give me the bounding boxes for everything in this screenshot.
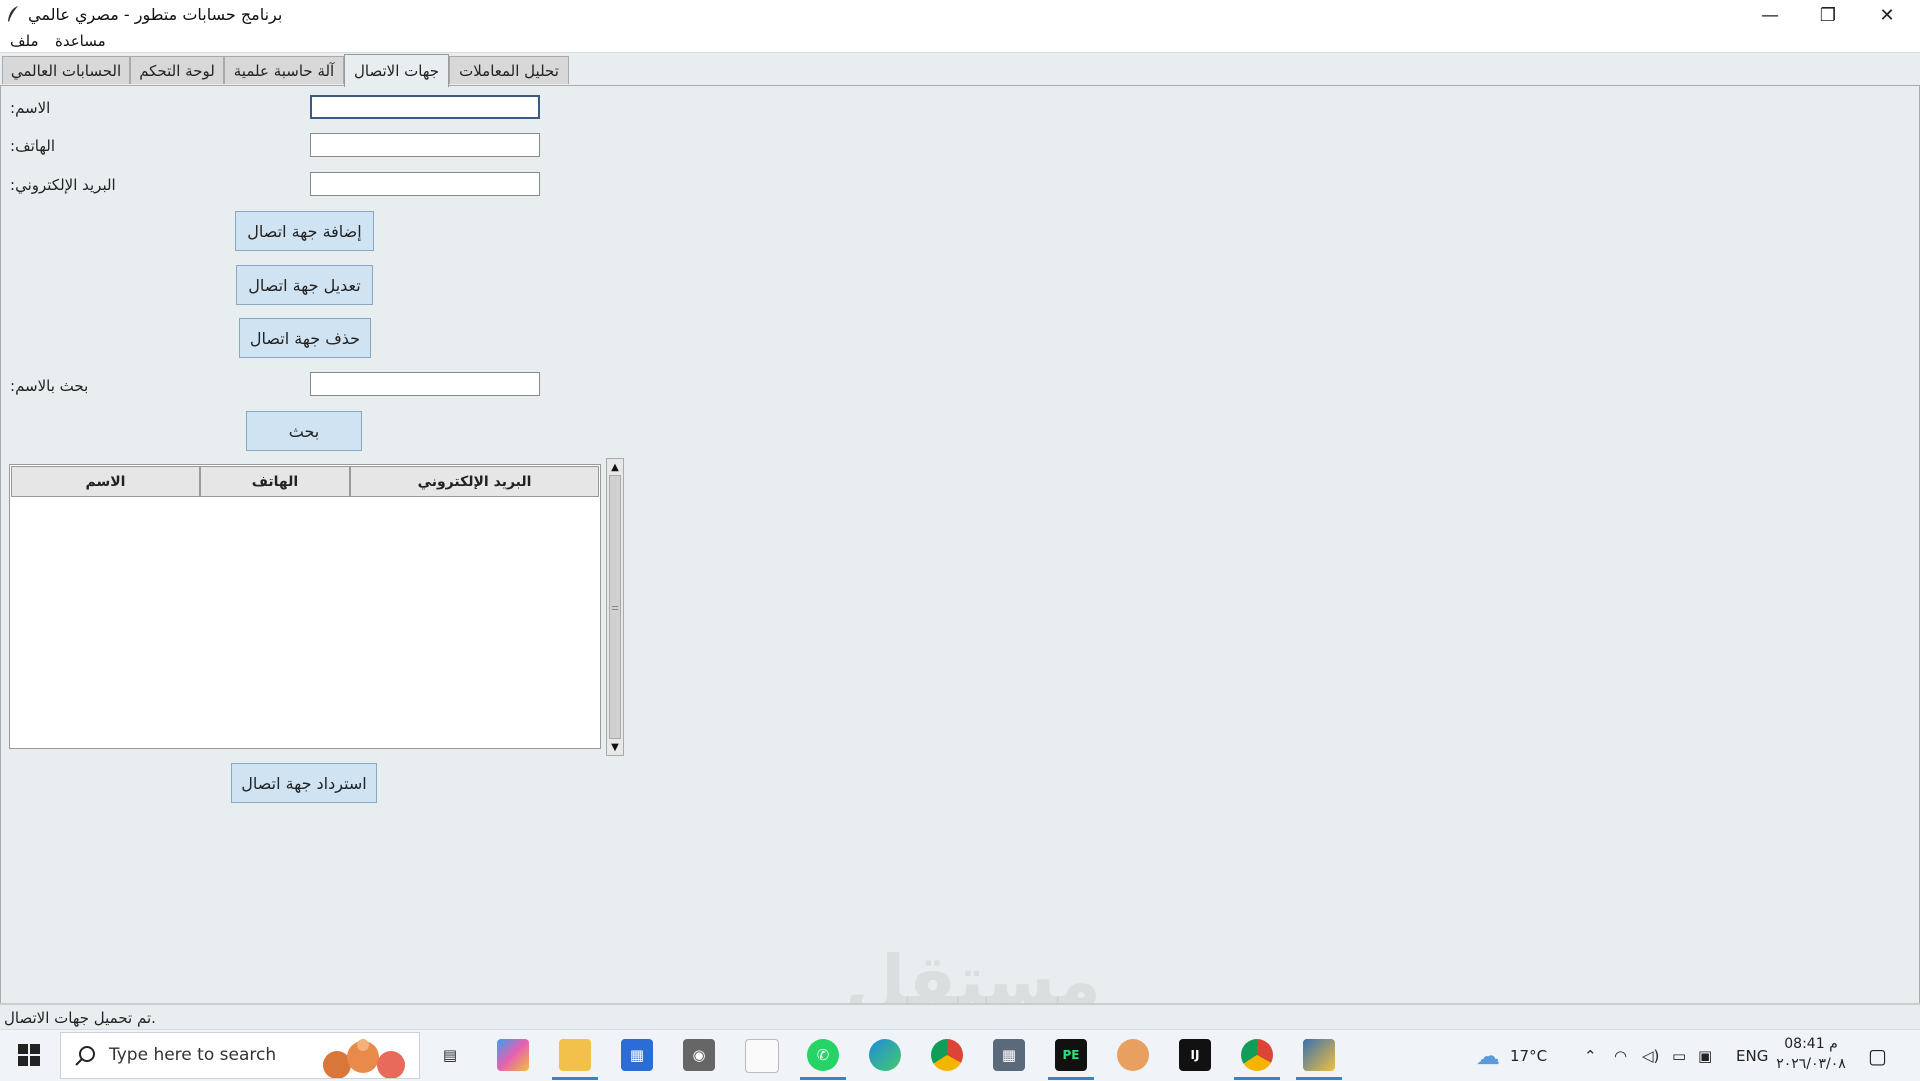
search-placeholder: Type here to search — [109, 1045, 277, 1065]
search-input[interactable] — [310, 372, 540, 396]
window-title: برنامج حسابات متطور - مصري عالمي — [28, 5, 283, 24]
search-button[interactable]: بحث — [246, 411, 362, 451]
tab-transaction-analysis[interactable]: تحليل المعاملات — [449, 56, 569, 84]
search-label: :بحث بالاسم — [10, 377, 89, 395]
pycharm-icon[interactable]: PE — [1055, 1039, 1087, 1071]
chrome-icon[interactable] — [931, 1039, 963, 1071]
volume-icon[interactable]: ◁) — [1642, 1030, 1659, 1081]
edit-contact-button[interactable]: تعديل جهة اتصال — [236, 265, 373, 305]
taskbar: Type here to search ▤ ▦ ◉ ✆ ▦ PE IJ ☁ 17… — [0, 1029, 1920, 1081]
tray-chevron-icon[interactable]: ⌃ — [1584, 1030, 1597, 1081]
menu-help[interactable]: مساعدة — [55, 32, 106, 50]
clock[interactable]: 08:41 م ٢٠٢٦/٠٣/٠٨ — [1776, 1034, 1846, 1074]
title-bar: برنامج حسابات متطور - مصري عالمي — ❐ ✕ — [0, 0, 1920, 30]
python-icon[interactable] — [1303, 1039, 1335, 1071]
menu-file[interactable]: ملف — [10, 32, 39, 50]
file-explorer-icon[interactable] — [559, 1039, 591, 1071]
feather-icon — [8, 6, 18, 22]
camera-icon[interactable]: ◉ — [683, 1039, 715, 1071]
microsoft-store-icon[interactable]: ▦ — [621, 1039, 653, 1071]
weather-cloud-icon: ☁ — [1476, 1041, 1500, 1070]
notepad-icon[interactable] — [745, 1039, 779, 1073]
email-input[interactable] — [310, 172, 540, 196]
tab-contacts[interactable]: جهات الاتصال — [344, 54, 449, 87]
delete-contact-button[interactable]: حذف جهة اتصال — [239, 318, 371, 358]
notifications-icon[interactable]: ▢ — [1868, 1030, 1887, 1081]
weather-widget[interactable]: ☁ 17°C — [1476, 1030, 1547, 1081]
scroll-up-arrow-icon[interactable]: ▲ — [607, 459, 623, 475]
column-header-phone[interactable]: الهاتف — [200, 466, 350, 497]
tab-dashboard[interactable]: لوحة التحكم — [130, 56, 224, 84]
maximize-button[interactable]: ❐ — [1799, 0, 1857, 30]
column-header-email[interactable]: البريد الإلكتروني — [350, 466, 599, 497]
taskbar-search[interactable]: Type here to search — [60, 1032, 420, 1079]
copilot-icon[interactable] — [497, 1039, 529, 1071]
scroll-down-arrow-icon[interactable]: ▼ — [607, 739, 623, 755]
search-icon — [75, 1046, 95, 1066]
tab-global-accounts[interactable]: الحسابات العالمي — [2, 56, 130, 84]
language-indicator[interactable]: ENG — [1736, 1030, 1768, 1081]
task-view-icon[interactable]: ▤ — [434, 1039, 466, 1071]
whatsapp-icon[interactable]: ✆ — [807, 1039, 839, 1071]
column-header-name[interactable]: الاسم — [11, 466, 200, 497]
intellij-icon[interactable]: IJ — [1179, 1039, 1211, 1071]
phone-label: :الهاتف — [10, 137, 55, 155]
add-contact-button[interactable]: إضافة جهة اتصال — [235, 211, 374, 251]
calculator-icon[interactable]: ▦ — [993, 1039, 1025, 1071]
battery-icon[interactable]: ▭ — [1672, 1030, 1686, 1081]
wifi-icon[interactable]: ◠ — [1614, 1030, 1627, 1081]
minimize-button[interactable]: — — [1741, 0, 1799, 30]
status-bar: تم تحميل جهات الاتصال. — [0, 1003, 1920, 1031]
scroll-thumb[interactable] — [609, 475, 621, 739]
tab-scientific-calculator[interactable]: آلة حاسبة علمية — [224, 56, 344, 84]
clock-time: 08:41 م — [1784, 1036, 1838, 1052]
edge-icon[interactable] — [869, 1039, 901, 1071]
menu-bar: ملف مساعدة — [0, 30, 1920, 53]
name-input[interactable] — [310, 95, 540, 119]
restore-contact-button[interactable]: استرداد جهة اتصال — [231, 763, 377, 803]
windows-start-icon[interactable] — [18, 1044, 40, 1066]
search-highlight-icon — [323, 1039, 405, 1078]
scroll-grip-icon — [612, 606, 618, 610]
table-scrollbar[interactable]: ▲ ▼ — [606, 458, 624, 756]
close-button[interactable]: ✕ — [1858, 0, 1916, 30]
phone-input[interactable] — [310, 133, 540, 157]
chrome-profile-icon[interactable] — [1241, 1039, 1273, 1071]
status-text: تم تحميل جهات الاتصال. — [4, 1009, 156, 1027]
network-status-icon[interactable]: ▣ — [1698, 1030, 1712, 1081]
weather-temp: 17°C — [1510, 1046, 1548, 1065]
tabby-icon[interactable] — [1117, 1039, 1149, 1071]
name-label: :الاسم — [10, 99, 51, 117]
contacts-table[interactable]: الاسم الهاتف البريد الإلكتروني — [9, 464, 601, 749]
clock-date: ٢٠٢٦/٠٣/٠٨ — [1776, 1056, 1846, 1072]
email-label: :البريد الإلكتروني — [10, 176, 116, 194]
